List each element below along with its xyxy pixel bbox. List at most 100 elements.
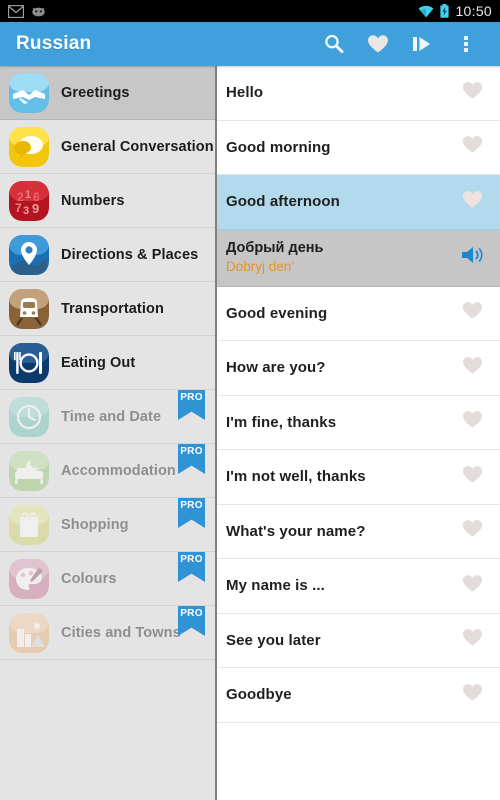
cityscape-icon: [9, 612, 49, 653]
sidebar-item-label: General Conversation: [61, 138, 214, 155]
svg-text:7: 7: [15, 201, 22, 215]
sidebar-item-label: Directions & Places: [61, 246, 199, 263]
list-item-selected[interactable]: Good afternoon: [217, 175, 500, 230]
toolbar-actions: [312, 22, 488, 66]
clock-icon: [9, 396, 49, 437]
heart-icon[interactable]: [462, 410, 483, 434]
sidebar-item-label: Colours: [61, 570, 117, 587]
list-item[interactable]: See you later: [217, 613, 500, 668]
sidebar-item-label: Transportation: [61, 300, 164, 317]
handshake-icon: [9, 72, 49, 113]
heart-icon[interactable]: [462, 356, 483, 380]
status-bar-left-icons: [8, 4, 46, 18]
heart-icon[interactable]: [462, 81, 483, 105]
overflow-menu-button[interactable]: [444, 22, 488, 66]
heart-icon[interactable]: [462, 574, 483, 598]
numbers-icon: 2 1 6 7 3 9: [9, 180, 49, 221]
wifi-icon: [419, 5, 434, 17]
heart-icon[interactable]: [462, 628, 483, 652]
app-root: 10:50 Russian Greetings General Conversa…: [0, 0, 500, 800]
speaker-icon[interactable]: [460, 244, 486, 271]
search-icon: [325, 34, 344, 54]
list-item[interactable]: I'm not well, thanks: [217, 450, 500, 505]
list-item[interactable]: Hello: [217, 66, 500, 121]
mail-icon: [8, 4, 24, 18]
phrase-text: My name is ...: [226, 577, 325, 595]
app-toolbar: Russian: [0, 22, 500, 66]
status-bar-clock: 10:50: [455, 3, 492, 19]
favorites-heart-icon: [368, 35, 388, 53]
heart-icon[interactable]: [462, 683, 483, 707]
translation-transliteration: Dobryj den’: [226, 258, 295, 274]
content-area: Greetings General Conversation 2 1 6 7 3…: [0, 66, 500, 800]
category-sidebar[interactable]: Greetings General Conversation 2 1 6 7 3…: [0, 66, 217, 800]
translation-panel[interactable]: Добрый день Dobryj den’: [217, 229, 500, 287]
svg-text:3: 3: [23, 205, 29, 217]
gift-bag-icon: [9, 504, 49, 545]
pro-badge: PRO: [178, 606, 205, 636]
sidebar-item-greetings[interactable]: Greetings: [0, 66, 215, 120]
phrase-text: Good evening: [226, 304, 328, 322]
phrase-list[interactable]: Hello Good morning Good afternoon Добрый…: [217, 66, 500, 800]
phrase-text: Goodbye: [226, 686, 292, 704]
phrase-text: I'm fine, thanks: [226, 413, 337, 431]
palette-icon: [9, 558, 49, 599]
pro-badge: PRO: [178, 552, 205, 582]
list-item[interactable]: How are you?: [217, 341, 500, 396]
heart-icon[interactable]: [462, 190, 483, 214]
list-item[interactable]: I'm fine, thanks: [217, 395, 500, 450]
heart-icon[interactable]: [462, 465, 483, 489]
phrase-text: What's your name?: [226, 522, 366, 540]
overflow-menu-icon: [464, 36, 468, 52]
favorites-button[interactable]: [356, 22, 400, 66]
sidebar-item-label: Time and Date: [61, 408, 162, 425]
app-notification-icon: [32, 7, 45, 17]
sidebar-item-label: Shopping: [61, 516, 129, 533]
pro-badge: PRO: [178, 498, 205, 528]
battery-charging-icon: [440, 4, 450, 18]
pro-badge: PRO: [178, 390, 205, 420]
list-item[interactable]: What's your name?: [217, 504, 500, 559]
sidebar-item-general-conversation[interactable]: General Conversation: [0, 120, 215, 174]
sidebar-item-label: Accommodation: [61, 462, 176, 479]
sidebar-item-label: Eating Out: [61, 354, 136, 371]
heart-icon[interactable]: [462, 519, 483, 543]
list-item[interactable]: Good morning: [217, 120, 500, 175]
sidebar-item-label: Greetings: [61, 84, 130, 101]
sidebar-item-colours[interactable]: Colours PRO: [0, 552, 215, 606]
sidebar-item-transportation[interactable]: Transportation: [0, 282, 215, 336]
train-icon: [9, 288, 49, 329]
slideshow-button[interactable]: [400, 22, 444, 66]
heart-icon[interactable]: [462, 135, 483, 159]
phrase-text: I'm not well, thanks: [226, 468, 366, 486]
sidebar-item-directions-places[interactable]: Directions & Places: [0, 228, 215, 282]
bed-icon: [9, 450, 49, 491]
page-title: Russian: [16, 33, 92, 54]
list-item[interactable]: My name is ...: [217, 559, 500, 614]
phrase-text: How are you?: [226, 359, 326, 377]
sidebar-item-cities-and-towns[interactable]: Cities and Towns PRO: [0, 606, 215, 660]
sidebar-item-eating-out[interactable]: Eating Out: [0, 336, 215, 390]
map-pin-icon: [9, 234, 49, 275]
heart-icon[interactable]: [462, 301, 483, 325]
sidebar-item-shopping[interactable]: Shopping PRO: [0, 498, 215, 552]
cutlery-plate-icon: [9, 342, 49, 383]
phrase-text: See you later: [226, 631, 321, 649]
list-item[interactable]: Goodbye: [217, 668, 500, 723]
pro-badge: PRO: [178, 444, 205, 474]
svg-text:9: 9: [32, 201, 39, 216]
sidebar-item-label: Cities and Towns: [61, 624, 181, 641]
phrase-text: Good afternoon: [226, 193, 340, 211]
phrase-text: Good morning: [226, 138, 331, 156]
status-bar-right-icons: 10:50: [418, 3, 492, 19]
speech-bubble-icon: [9, 126, 49, 167]
svg-text:1: 1: [25, 189, 31, 201]
sidebar-item-accommodation[interactable]: Accommodation PRO: [0, 444, 215, 498]
translation-text-group: Добрый день Dobryj den’: [226, 239, 323, 276]
search-button[interactable]: [312, 22, 356, 66]
sidebar-item-numbers[interactable]: 2 1 6 7 3 9 Numbers: [0, 174, 215, 228]
sidebar-item-time-and-date[interactable]: Time and Date PRO: [0, 390, 215, 444]
list-item[interactable]: Good evening: [217, 286, 500, 341]
translation-native: Добрый день: [226, 239, 324, 256]
status-bar: 10:50: [0, 0, 500, 22]
